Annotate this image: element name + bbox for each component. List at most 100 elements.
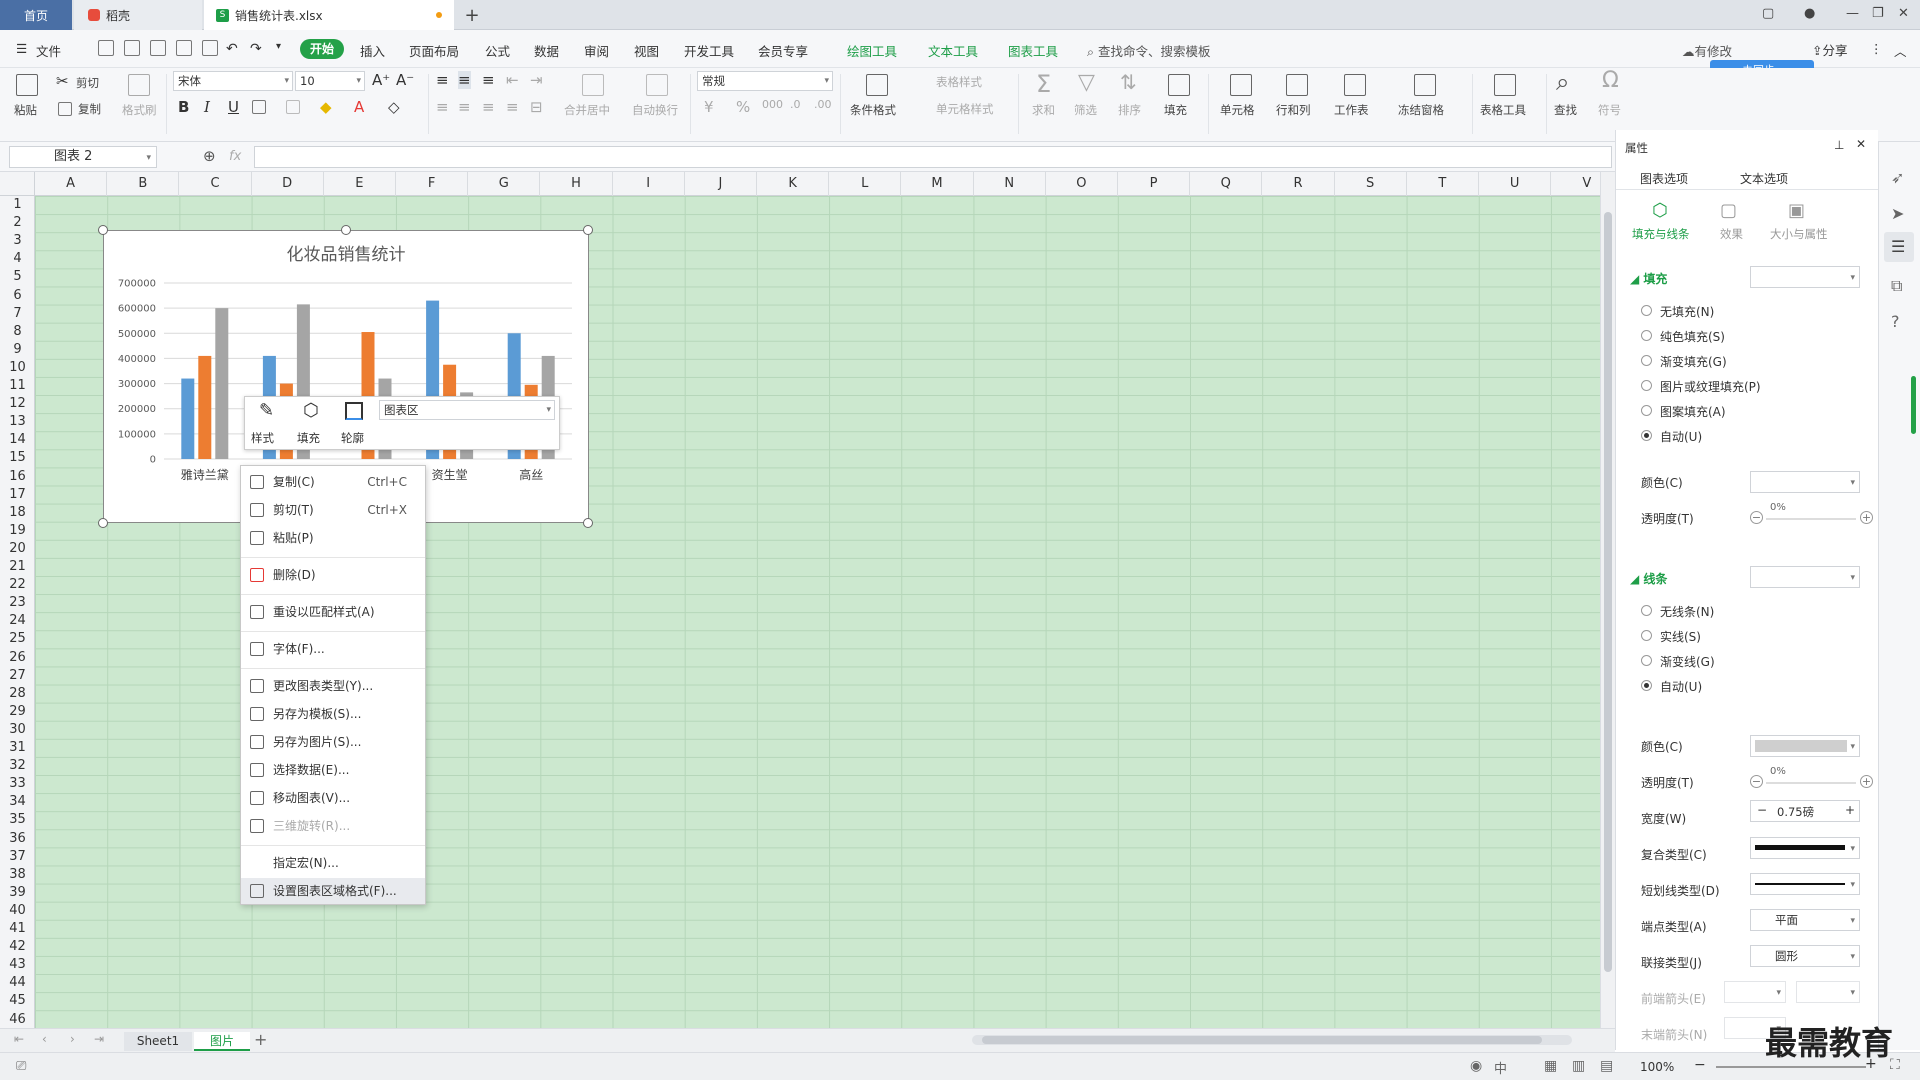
align-left-icon[interactable]: ≡ — [436, 98, 449, 116]
begin-arrow-size-select[interactable] — [1796, 981, 1860, 1003]
line-section-header[interactable]: ◢ 线条 — [1630, 570, 1667, 587]
row-header[interactable]: 43 — [0, 956, 35, 974]
transparency-minus-icon[interactable]: − — [1750, 511, 1763, 524]
minimize-icon[interactable]: — — [1846, 6, 1859, 21]
column-header[interactable]: A — [35, 172, 108, 196]
font-name-select[interactable]: 宋体 — [173, 71, 293, 91]
fill-line-icon[interactable]: ⬡ — [1652, 200, 1668, 221]
close-icon[interactable]: ✕ — [1898, 6, 1909, 21]
erase-format-icon[interactable] — [286, 100, 300, 114]
row-header[interactable]: 11 — [0, 377, 35, 395]
eye-protection-icon[interactable]: ◉ — [1470, 1058, 1482, 1074]
table-tools-button[interactable]: 表格工具 — [1480, 102, 1526, 118]
scissors-icon[interactable]: ✂ — [56, 72, 69, 90]
radio-button[interactable] — [1641, 380, 1652, 391]
column-header[interactable]: O — [1046, 172, 1118, 196]
vertical-scrollbar-thumb[interactable] — [1604, 212, 1612, 972]
menu-review[interactable]: 审阅 — [584, 41, 609, 60]
worksheet-icon[interactable] — [1344, 74, 1366, 96]
line-option[interactable]: 无线条(N) — [1641, 602, 1861, 620]
row-header[interactable]: 21 — [0, 558, 35, 576]
outline-button[interactable]: 轮廓 — [341, 430, 364, 446]
tab-home[interactable]: 首页 — [0, 0, 72, 30]
menu-chart-tools[interactable]: 图表工具 — [1008, 41, 1058, 60]
size-icon[interactable]: ▣ — [1788, 200, 1805, 221]
column-header[interactable]: J — [685, 172, 757, 196]
tab-chart-options[interactable]: 图表选项 — [1640, 170, 1688, 187]
line-color-select[interactable] — [1750, 735, 1860, 757]
tab-text-options[interactable]: 文本选项 — [1740, 170, 1788, 187]
name-box[interactable]: 图表 2 — [9, 146, 157, 168]
rowcol-button[interactable]: 行和列 — [1276, 102, 1311, 118]
row-header[interactable]: 12 — [0, 395, 35, 413]
panel-scroll-indicator[interactable] — [1911, 376, 1916, 434]
indent-decrease-icon[interactable]: ⇤ — [506, 71, 519, 89]
zoom-level[interactable]: 100% — [1640, 1060, 1674, 1074]
save-icon[interactable] — [150, 40, 166, 56]
line-option[interactable]: 自动(U) — [1641, 677, 1861, 695]
fill-option[interactable]: 自动(U) — [1641, 427, 1861, 445]
menu-page-layout[interactable]: 页面布局 — [409, 41, 459, 60]
tab-file[interactable]: S 销售统计表.xlsx — [204, 0, 454, 30]
row-header[interactable]: 39 — [0, 884, 35, 902]
radio-button[interactable] — [1641, 305, 1652, 316]
menu-developer[interactable]: 开发工具 — [684, 41, 734, 60]
row-header[interactable]: 9 — [0, 341, 35, 359]
context-menu-item[interactable]: 字体(F)... — [241, 636, 425, 662]
preview-icon[interactable] — [202, 40, 218, 56]
decimal-decrease-icon[interactable]: .00 — [814, 98, 832, 111]
sort-icon[interactable]: ⇅ — [1120, 70, 1137, 94]
column-header[interactable]: Q — [1190, 172, 1263, 196]
context-menu-item[interactable]: 另存为图片(S)... — [241, 729, 425, 755]
border-icon[interactable] — [252, 100, 266, 114]
row-header[interactable]: 10 — [0, 359, 35, 377]
style-button[interactable]: 样式 — [251, 430, 274, 446]
row-header[interactable]: 44 — [0, 974, 35, 992]
menu-view[interactable]: 视图 — [634, 41, 659, 60]
row-header[interactable]: 25 — [0, 630, 35, 648]
new-doc-icon[interactable] — [98, 40, 114, 56]
percent-icon[interactable]: % — [736, 98, 750, 116]
add-sheet-icon[interactable]: + — [254, 1030, 267, 1049]
row-header[interactable]: 1 — [0, 196, 35, 214]
decimal-increase-icon[interactable]: .0 — [790, 98, 801, 111]
row-header[interactable]: 8 — [0, 323, 35, 341]
row-header[interactable]: 15 — [0, 449, 35, 467]
bold-icon[interactable]: B — [178, 98, 189, 116]
row-header[interactable]: 40 — [0, 902, 35, 920]
line-transparency-plus-icon[interactable]: + — [1860, 775, 1873, 788]
line-preset-select[interactable] — [1750, 566, 1860, 588]
last-sheet-icon[interactable]: ⇥ — [94, 1032, 104, 1046]
align-bottom-icon[interactable]: ≡ — [482, 71, 495, 89]
radio-button[interactable] — [1641, 680, 1652, 691]
column-header[interactable]: P — [1118, 172, 1191, 196]
menu-member[interactable]: 会员专享 — [758, 41, 808, 60]
brush-icon[interactable]: ✎ — [259, 400, 274, 421]
zoom-out-icon[interactable]: − — [1694, 1057, 1706, 1073]
share-button[interactable]: ⇪分享 — [1812, 40, 1848, 59]
line-transparency-minus-icon[interactable]: − — [1750, 775, 1763, 788]
vertical-scrollbar[interactable] — [1600, 172, 1615, 1028]
menu-drawing-tools[interactable]: 绘图工具 — [847, 41, 897, 60]
italic-icon[interactable]: I — [204, 98, 210, 116]
radio-button[interactable] — [1641, 630, 1652, 641]
fill-down-icon[interactable] — [1168, 74, 1190, 96]
context-menu-item[interactable]: 复制(C) Ctrl+C — [241, 469, 425, 495]
sheet-tab-sheet1[interactable]: Sheet1 — [124, 1032, 192, 1051]
cap-type-select[interactable]: 平面 — [1750, 909, 1860, 931]
fill-option[interactable]: 图案填充(A) — [1641, 402, 1861, 420]
row-header[interactable]: 7 — [0, 305, 35, 323]
row-header[interactable]: 33 — [0, 775, 35, 793]
new-tab-icon[interactable]: + — [462, 0, 482, 30]
context-menu-item[interactable]: 三维旋转(R)... — [241, 813, 425, 839]
merge-icon[interactable] — [582, 74, 604, 96]
fill-preset-select[interactable] — [1750, 266, 1860, 288]
row-header[interactable]: 34 — [0, 793, 35, 811]
context-menu-item[interactable]: 重设以匹配样式(A) — [241, 599, 425, 625]
paste-button[interactable]: 粘贴 — [14, 102, 37, 118]
compound-type-select[interactable] — [1750, 837, 1860, 859]
cut-button[interactable]: 剪切 — [76, 75, 99, 91]
row-header[interactable]: 37 — [0, 848, 35, 866]
row-header[interactable]: 45 — [0, 992, 35, 1010]
fill-option[interactable]: 图片或纹理填充(P) — [1641, 377, 1861, 395]
